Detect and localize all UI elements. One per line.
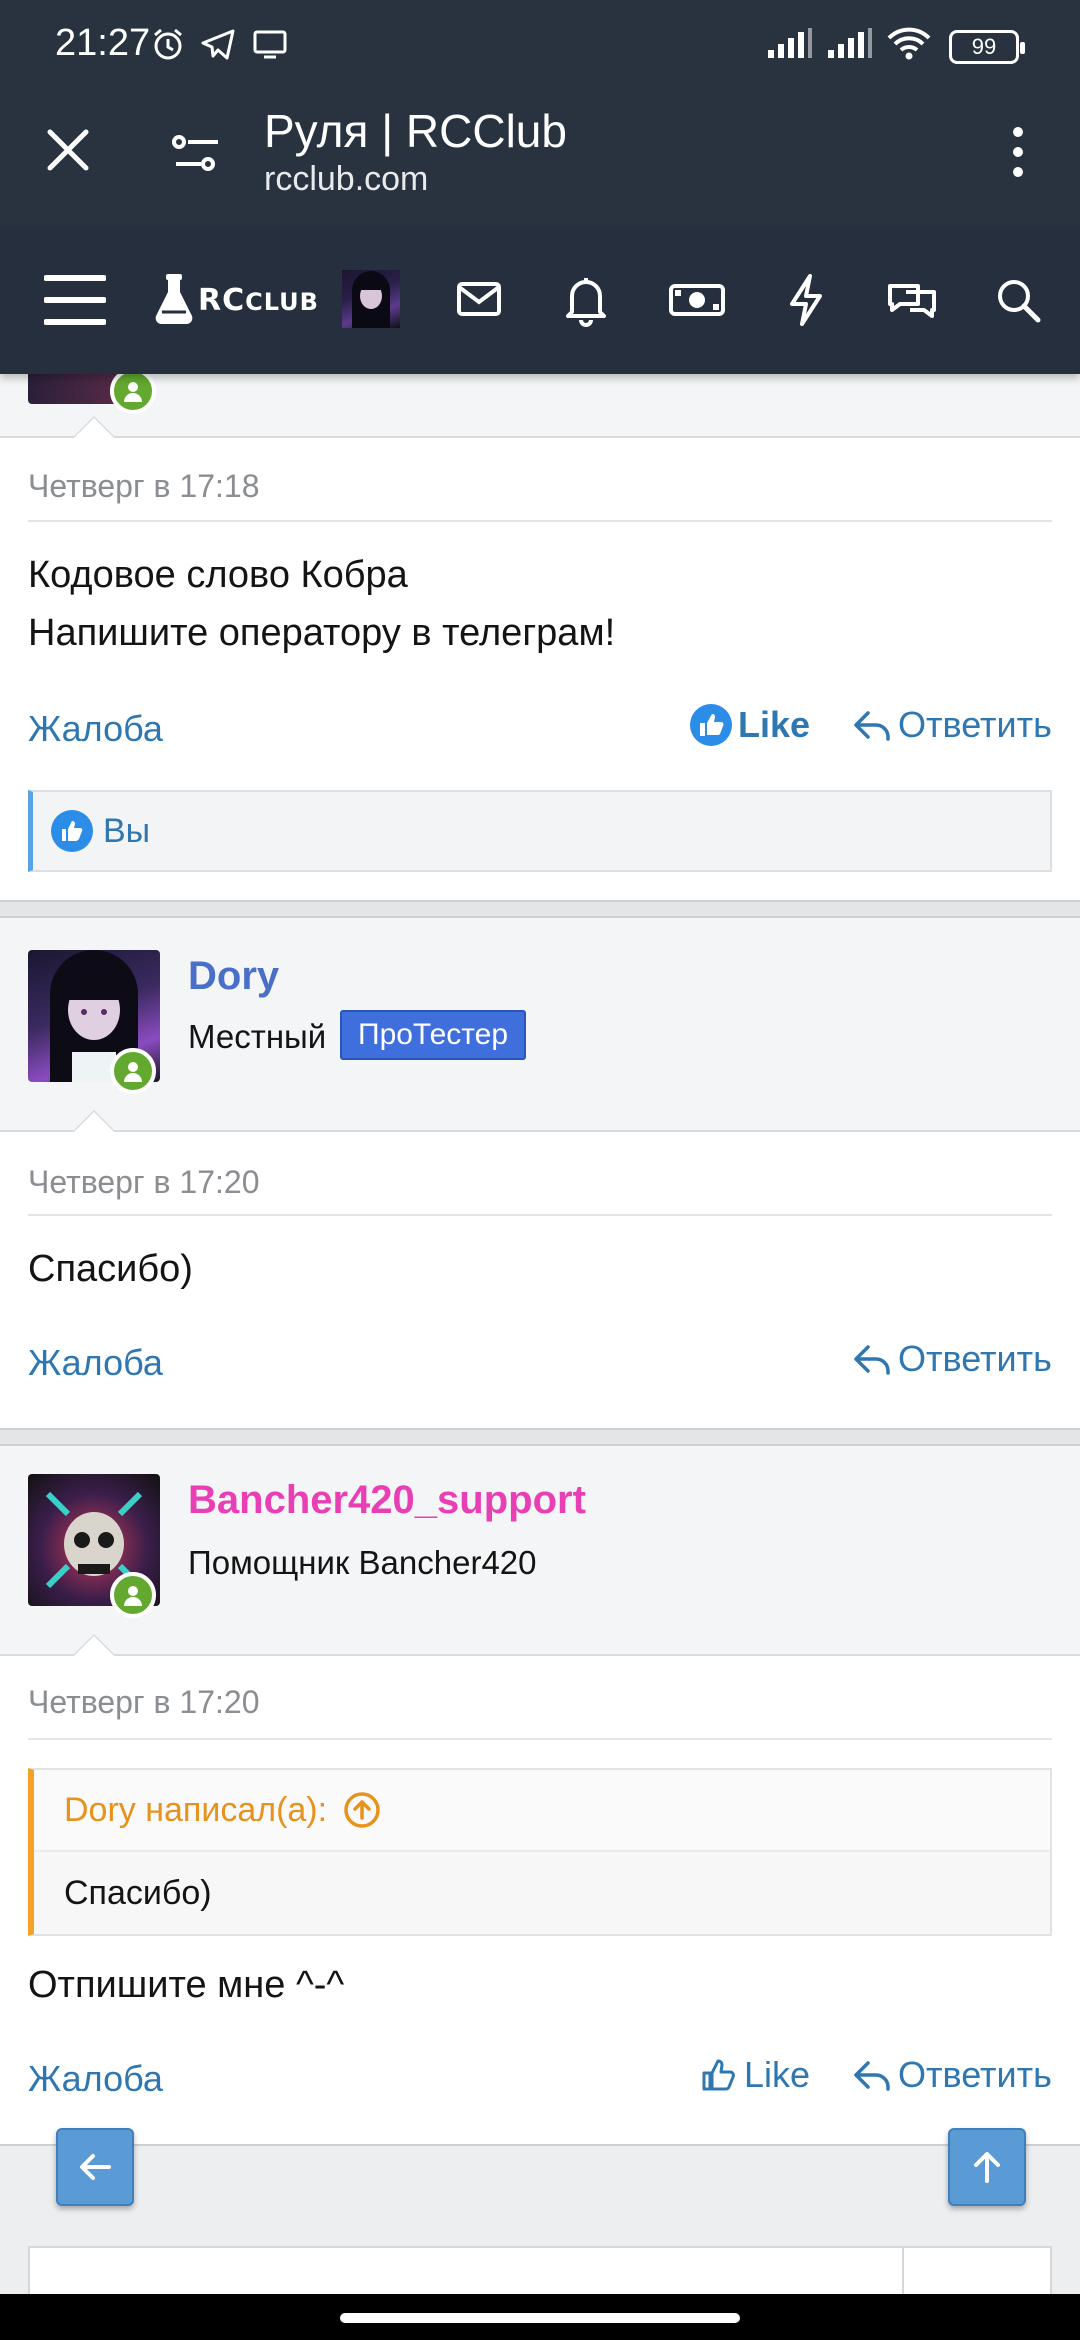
- signal-icon-2: [828, 28, 872, 58]
- post-pointer: [72, 1634, 116, 1656]
- quote-text: Спасибо): [64, 1873, 212, 1912]
- post-separator: [0, 900, 1080, 918]
- online-status-icon: [110, 1572, 156, 1618]
- post-date[interactable]: Четверг в 17:20: [28, 1684, 259, 1721]
- signal-icon-1: [768, 28, 812, 58]
- post1-header-partial: [0, 354, 1080, 436]
- post-pointer: [72, 416, 116, 438]
- reply-button[interactable]: Ответить: [852, 704, 1052, 746]
- money-icon[interactable]: [668, 272, 726, 328]
- screen-icon: [253, 30, 287, 59]
- online-status-icon: [110, 1048, 156, 1094]
- user-title: Помощник Bancher420: [188, 1544, 537, 1581]
- reply-icon: [854, 2061, 890, 2091]
- post-message: Спасибо): [28, 1248, 193, 1290]
- post3-author[interactable]: Bancher420_support: [188, 1478, 586, 1523]
- telegram-icon: [201, 29, 235, 60]
- reactions-bar[interactable]: Вы: [28, 790, 1052, 872]
- user-avatar[interactable]: [342, 270, 400, 328]
- report-link[interactable]: Жалоба: [28, 1342, 163, 1384]
- divider: [0, 2144, 1080, 2146]
- date-divider: [28, 1738, 1052, 1740]
- like-label: Like: [744, 2054, 811, 2095]
- post3-header: Bancher420_support Помощник Bancher420: [0, 1446, 1080, 1654]
- browser-toolbar: Руля | RCClub rcclub.com: [0, 94, 1080, 228]
- search-icon[interactable]: [994, 272, 1042, 328]
- arrow-left-icon: [80, 2154, 111, 2180]
- lightning-icon[interactable]: [786, 272, 826, 328]
- site-navbar: RCCLUB: [0, 228, 1080, 374]
- quote-header[interactable]: Dory написал(а):: [34, 1770, 1050, 1852]
- like-label: Like: [738, 704, 811, 745]
- post2-body: Четверг в 17:20 Спасибо) Жалоба Ответить: [0, 1132, 1080, 1428]
- like-filled-icon: [690, 704, 732, 746]
- reply-icon: [854, 1345, 890, 1375]
- post2-header: Dory Местный ПроТестер: [0, 918, 1080, 1130]
- reply-label: Ответить: [898, 1338, 1052, 1379]
- home-indicator[interactable]: [340, 2313, 740, 2323]
- status-time: 21:27: [55, 22, 151, 64]
- reply-button[interactable]: Ответить: [852, 2054, 1052, 2096]
- bell-icon[interactable]: [564, 272, 608, 328]
- site-settings-icon[interactable]: [170, 126, 226, 182]
- post-date[interactable]: Четверг в 17:18: [28, 468, 259, 505]
- post-message: Кодовое слово Кобра Напишите оператору в…: [28, 546, 615, 662]
- post-pointer: [72, 1110, 116, 1132]
- report-link[interactable]: Жалоба: [28, 2058, 163, 2100]
- post-message: Отпишите мне ^-^: [28, 1964, 345, 2006]
- more-menu-icon[interactable]: [1000, 124, 1036, 180]
- flask-logo-icon: [155, 274, 193, 324]
- quote-block: Dory написал(а): Спасибо): [28, 1768, 1052, 1936]
- message-line: Кодовое слово Кобра: [28, 554, 408, 596]
- site-logo[interactable]: RCCLUB: [152, 270, 319, 330]
- page-title: Руля | RCClub: [264, 105, 567, 157]
- arrow-up-icon: [974, 2152, 1000, 2183]
- avatar-image: [352, 271, 390, 328]
- scroll-top-button[interactable]: [948, 2128, 1026, 2206]
- date-divider: [28, 1214, 1052, 1216]
- post2-author[interactable]: Dory: [188, 954, 279, 999]
- reply-label: Ответить: [898, 704, 1052, 745]
- like-outline-icon: [702, 2059, 735, 2091]
- close-icon[interactable]: [40, 122, 96, 178]
- like-button[interactable]: Like: [698, 2054, 810, 2096]
- post-separator: [0, 1428, 1080, 1446]
- message-line: Напишите оператору в телеграм!: [28, 612, 616, 654]
- chat-icon[interactable]: [886, 272, 938, 328]
- user-badge: ПроТестер: [340, 1010, 527, 1060]
- alarm-icon: [154, 28, 182, 60]
- reply-label: Ответить: [898, 2054, 1052, 2095]
- user-title: Местный: [188, 1018, 327, 1055]
- online-status-icon: [110, 368, 156, 414]
- wifi-icon: [887, 27, 931, 60]
- logo-text: RC: [198, 282, 246, 318]
- like-button[interactable]: Like: [690, 704, 810, 746]
- page-url[interactable]: rcclub.com: [264, 160, 428, 199]
- logo-text-small: CLUB: [245, 287, 319, 316]
- mail-icon[interactable]: [456, 272, 502, 328]
- date-divider: [28, 520, 1052, 522]
- battery-indicator: 99: [949, 30, 1025, 64]
- back-button[interactable]: [56, 2128, 134, 2206]
- post-date[interactable]: Четверг в 17:20: [28, 1164, 259, 1201]
- quote-author: Dory написал(а):: [64, 1790, 328, 1829]
- reply-icon: [854, 711, 890, 741]
- arrow-up-circle-icon[interactable]: [343, 1791, 381, 1829]
- hamburger-menu-icon[interactable]: [44, 272, 106, 328]
- report-link[interactable]: Жалоба: [28, 708, 163, 750]
- status-bar: 21:27 99: [0, 0, 1080, 94]
- reply-button[interactable]: Ответить: [852, 1338, 1052, 1380]
- post1-body: Четверг в 17:18 Кодовое слово Кобра Напи…: [0, 438, 1080, 900]
- post3-body: Четверг в 17:20 Dory написал(а): Спасибо…: [0, 1656, 1080, 2144]
- like-reaction-icon: [51, 810, 93, 852]
- reactions-text: Вы: [103, 811, 151, 850]
